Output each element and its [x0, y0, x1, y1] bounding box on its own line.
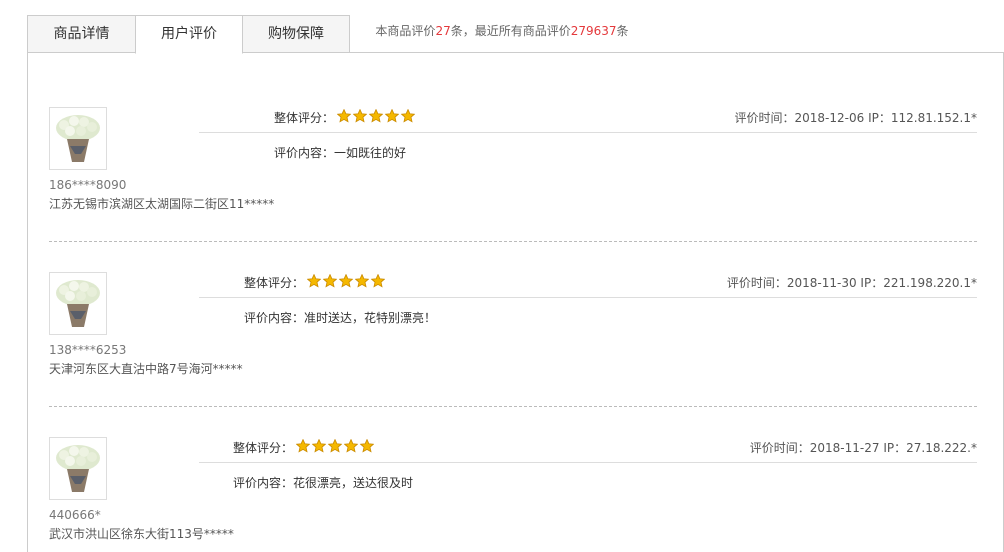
- review-content: 评价内容：准时送达，花特别漂亮！: [244, 309, 436, 326]
- star-icon: [312, 439, 326, 453]
- content-label: 评价内容：: [244, 311, 305, 325]
- reviewer-id: 138****6253: [49, 343, 127, 357]
- summary-suffix: 条: [616, 24, 629, 38]
- summary-prefix: 本商品评价: [375, 24, 436, 38]
- review-time: 评价时间：2018-11-30 IP：221.198.220.1*: [727, 274, 977, 291]
- star-rating: [337, 109, 415, 123]
- star-icon: [401, 109, 415, 123]
- review-ip: 112.81.152.1*: [890, 111, 977, 125]
- reviewer-address: 天津河东区大直沽中路7号海河*****: [49, 362, 243, 376]
- star-icon: [339, 274, 353, 288]
- review-content: 评价内容：花很漂亮，送达很及时: [233, 474, 413, 491]
- time-label: 评价时间：: [749, 441, 810, 455]
- time-label: 评价时间：: [734, 111, 795, 125]
- review-ip: 221.198.220.1*: [883, 276, 977, 290]
- review-time: 评价时间：2018-11-27 IP：27.18.222.*: [750, 439, 977, 456]
- star-icon: [355, 274, 369, 288]
- time-label: 评价时间：: [726, 276, 787, 290]
- review-content: 评价内容：一如既往的好: [274, 144, 406, 161]
- star-icon: [296, 439, 310, 453]
- review-date: 2018-11-30: [786, 276, 857, 290]
- review-separator: [49, 241, 977, 242]
- divider: [199, 132, 977, 133]
- star-icon: [323, 274, 337, 288]
- star-rating: [307, 274, 385, 288]
- review-count: 27: [435, 24, 451, 38]
- total-review-count: 279637: [570, 24, 617, 38]
- bouquet-image: [49, 437, 107, 500]
- review-ip: 27.18.222.*: [906, 441, 977, 455]
- tab-user-reviews[interactable]: 用户评价: [135, 15, 243, 54]
- review-time: 评价时间：2018-12-06 IP：112.81.152.1*: [734, 109, 977, 126]
- reviewer-id: 186****8090: [49, 178, 127, 192]
- star-icon: [353, 109, 367, 123]
- star-rating: [296, 439, 374, 453]
- ip-label: IP：: [883, 441, 907, 455]
- star-icon: [371, 274, 385, 288]
- summary-middle: 条，最近所有商品评价: [450, 24, 571, 38]
- star-icon: [328, 439, 342, 453]
- review-separator: [49, 406, 977, 407]
- reviewer-id: 440666*: [49, 508, 101, 522]
- star-icon: [360, 439, 374, 453]
- star-icon: [369, 109, 383, 123]
- reviewer-address: 武汉市洪山区徐东大街113号*****: [49, 527, 234, 541]
- rating-label: 整体评分：: [244, 276, 305, 290]
- reviews-panel: [27, 52, 1004, 552]
- divider: [199, 297, 977, 298]
- content-label: 评价内容：: [233, 476, 294, 490]
- ip-label: IP：: [860, 276, 884, 290]
- content-text: 一如既往的好: [334, 146, 407, 160]
- star-icon: [307, 274, 321, 288]
- review-date: 2018-12-06: [794, 111, 865, 125]
- star-icon: [385, 109, 399, 123]
- content-label: 评价内容：: [274, 146, 335, 160]
- star-icon: [344, 439, 358, 453]
- ip-label: IP：: [868, 111, 891, 125]
- content-text: 花很漂亮，送达很及时: [293, 476, 414, 490]
- rating-label: 整体评分：: [274, 111, 335, 125]
- bouquet-image: [49, 272, 107, 335]
- star-icon: [337, 109, 351, 123]
- review-date: 2018-11-27: [809, 441, 880, 455]
- reviewer-address: 江苏无锡市滨湖区太湖国际二街区11*****: [49, 197, 275, 211]
- divider: [199, 462, 977, 463]
- bouquet-image: [49, 107, 107, 170]
- content-text: 准时送达，花特别漂亮！: [304, 311, 437, 325]
- rating-label: 整体评分：: [233, 441, 294, 455]
